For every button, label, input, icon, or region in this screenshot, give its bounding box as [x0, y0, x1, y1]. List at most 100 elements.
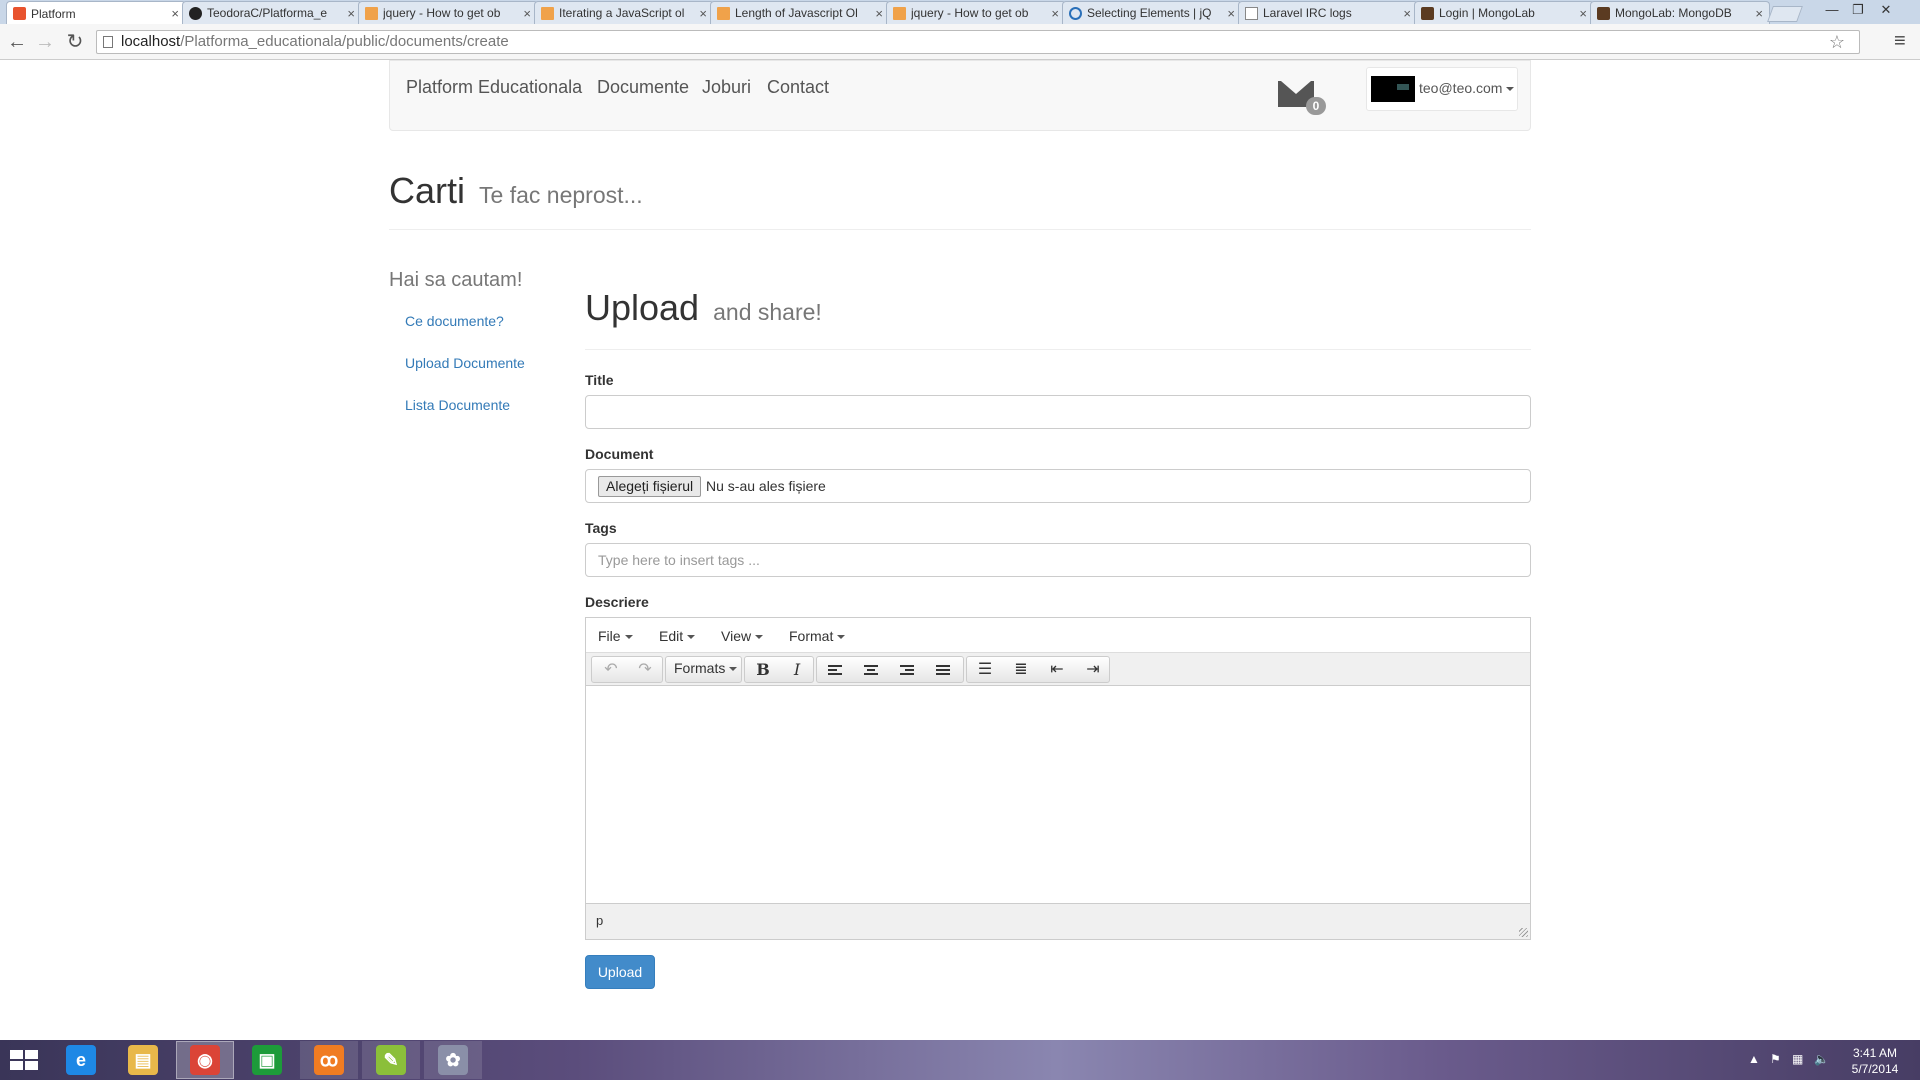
formats-dropdown[interactable]: Formats [665, 656, 742, 683]
form-title: Upload [585, 287, 700, 328]
sidebar-link-ce-documente[interactable]: Ce documente? [405, 313, 504, 329]
restore-window-icon[interactable]: ❐ [1846, 2, 1870, 18]
upload-button[interactable]: Upload [585, 955, 655, 989]
tab-close-icon[interactable]: × [1755, 6, 1763, 21]
stackoverflow-favicon-icon [541, 6, 554, 20]
align-left-icon[interactable] [820, 660, 850, 680]
file-status: Nu s-au ales fișiere [706, 478, 826, 494]
url-host: localhost [121, 33, 181, 50]
messages-button[interactable]: 0 [1278, 77, 1326, 115]
nav-link-documente[interactable]: Documente [597, 77, 689, 98]
numbered-list-icon[interactable]: ≣ [1006, 660, 1036, 680]
editor-menu-file[interactable]: File [598, 628, 633, 644]
taskbar-app-notepad-plus[interactable]: ✎ [362, 1041, 420, 1079]
tab-label: Platform [31, 6, 76, 21]
browser-tab[interactable]: jquery - How to get ob × [358, 1, 538, 24]
address-bar[interactable]: localhost/Platforma_educationala/public/… [96, 30, 1860, 54]
system-clock[interactable]: 3:41 AM 5/7/2014 [1840, 1045, 1910, 1077]
stackoverflow-favicon-icon [893, 6, 906, 20]
outdent-icon[interactable]: ⇤ [1042, 660, 1072, 680]
minimize-window-icon[interactable]: — [1820, 2, 1844, 17]
sidebar-title: Hai sa cautam! [389, 269, 523, 291]
message-count-badge: 0 [1306, 97, 1326, 115]
caret-down-icon [687, 635, 696, 640]
taskbar-app-store[interactable]: ▣ [238, 1041, 296, 1079]
indent-icon[interactable]: ⇥ [1078, 660, 1108, 680]
page-icon [103, 36, 113, 48]
user-menu-dropdown[interactable]: teo@teo.com [1366, 67, 1518, 111]
back-arrow-icon[interactable]: ← [4, 30, 30, 54]
browser-menu-icon[interactable]: ≡ [1894, 30, 1906, 53]
page-title: Carti [389, 170, 466, 211]
sidebar-link-upload-documente[interactable]: Upload Documente [405, 355, 525, 371]
action-center-flag-icon[interactable]: ⚑ [1770, 1052, 1781, 1066]
editor-menu-edit[interactable]: Edit [659, 628, 696, 644]
browser-tab[interactable]: Iterating a JavaScript ol × [534, 1, 714, 24]
nav-link-contact[interactable]: Contact [767, 77, 829, 98]
network-icon[interactable]: ▦ [1792, 1052, 1803, 1066]
navbar-brand[interactable]: Platform Educationala [406, 77, 582, 98]
tab-close-icon[interactable]: × [523, 6, 531, 21]
undo-icon[interactable]: ↶ [596, 660, 626, 680]
resize-handle-icon[interactable] [1519, 928, 1528, 937]
align-justify-icon[interactable] [928, 660, 958, 680]
browser-tab[interactable]: jquery - How to get ob × [886, 1, 1066, 24]
editor-menu-format[interactable]: Format [789, 628, 846, 644]
bookmark-star-icon[interactable]: ☆ [1829, 31, 1845, 53]
reload-icon[interactable]: ↻ [62, 30, 88, 54]
notepad-plus-icon: ✎ [376, 1045, 406, 1075]
windows-start-icon[interactable] [10, 1050, 38, 1070]
tab-close-icon[interactable]: × [1051, 6, 1059, 21]
browser-tab[interactable]: Laravel IRC logs × [1238, 1, 1418, 24]
caret-down-icon [755, 635, 764, 640]
mongolab-favicon-icon [1421, 6, 1434, 20]
tab-close-icon[interactable]: × [1227, 6, 1235, 21]
editor-toolbar: ↶ ↷ Formats B I ☰ ≣ ⇤ ⇥ [586, 653, 1530, 686]
taskbar-app-paint[interactable]: ✿ [424, 1041, 482, 1079]
forward-arrow-icon[interactable]: → [32, 30, 58, 54]
browser-tab[interactable]: Selecting Elements | jQ × [1062, 1, 1242, 24]
browser-tab[interactable]: Login | MongoLab × [1414, 1, 1594, 24]
align-right-icon[interactable] [892, 660, 922, 680]
browser-tab[interactable]: Length of Javascript Ol × [710, 1, 890, 24]
editor-menu-view[interactable]: View [721, 628, 764, 644]
editor-content-area[interactable] [586, 687, 1530, 898]
tab-close-icon[interactable]: × [1403, 6, 1411, 21]
document-file-input: Alegeți fișierul Nu s-au ales fișiere [585, 469, 1531, 503]
align-center-icon[interactable] [856, 660, 886, 680]
browser-tab-strip: Platform × TeodoraC/Platforma_e × jquery… [0, 0, 1920, 25]
bold-icon[interactable]: B [748, 660, 778, 680]
taskbar-app-xampp[interactable]: ꝏ [300, 1041, 358, 1079]
tab-close-icon[interactable]: × [699, 6, 707, 21]
form-header: Upload and share! [585, 285, 1531, 350]
title-label: Title [585, 372, 614, 388]
taskbar-app-file-explorer[interactable]: ▤ [114, 1041, 172, 1079]
browser-tab[interactable]: Platform × [6, 1, 186, 25]
browser-tab[interactable]: TeodoraC/Platforma_e × [182, 1, 362, 24]
show-hidden-icons-icon[interactable]: ▲ [1748, 1052, 1760, 1066]
form-subtitle: and share! [713, 299, 822, 325]
italic-icon[interactable]: I [782, 660, 812, 680]
tab-close-icon[interactable]: × [1579, 6, 1587, 21]
new-tab-button[interactable] [1767, 6, 1803, 22]
taskbar-app-chrome[interactable]: ◉ [176, 1041, 234, 1079]
nav-link-joburi[interactable]: Joburi [702, 77, 751, 98]
taskbar-app-internet-explorer[interactable]: e [52, 1041, 110, 1079]
list-indent-group: ☰ ≣ ⇤ ⇥ [966, 656, 1110, 683]
choose-file-button[interactable]: Alegeți fișierul [598, 476, 702, 497]
file-explorer-icon: ▤ [128, 1045, 158, 1075]
title-input[interactable] [585, 395, 1531, 429]
clock-time: 3:41 AM [1852, 1046, 1898, 1060]
browser-tab[interactable]: MongoLab: MongoDB × [1590, 1, 1770, 24]
tab-close-icon[interactable]: × [347, 6, 355, 21]
tab-close-icon[interactable]: × [171, 6, 179, 21]
tab-close-icon[interactable]: × [875, 6, 883, 21]
page-subtitle: Te fac neprost... [479, 182, 643, 208]
bullet-list-icon[interactable]: ☰ [970, 660, 1000, 680]
close-window-icon[interactable]: ✕ [1874, 2, 1898, 18]
tags-input[interactable]: Type here to insert tags ... [585, 543, 1531, 577]
volume-icon[interactable]: 🔈 [1814, 1052, 1829, 1066]
document-label: Document [585, 446, 654, 462]
redo-icon[interactable]: ↷ [630, 660, 660, 680]
sidebar-link-lista-documente[interactable]: Lista Documente [405, 397, 510, 413]
